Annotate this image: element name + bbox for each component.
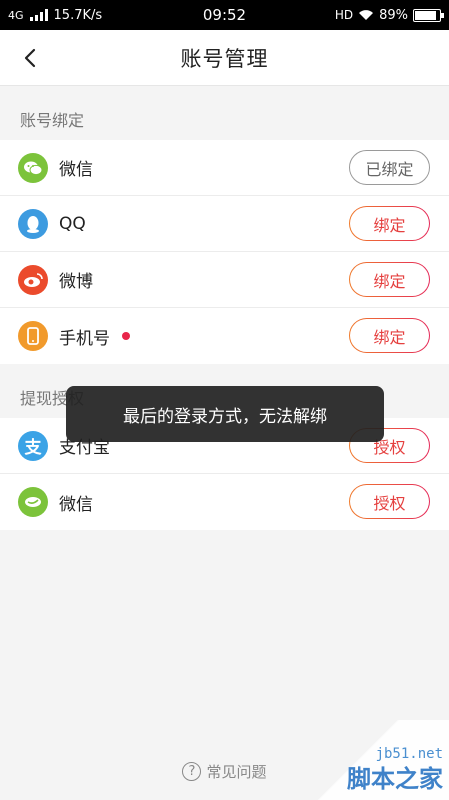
status-time: 09:52: [202, 6, 247, 24]
watermark-name: 脚本之家: [347, 765, 443, 793]
binding-list: 微信 已绑定 QQ 绑定 微博 绑定 手机号 绑定: [0, 140, 449, 364]
section-label-binding: 账号绑定: [20, 111, 85, 130]
wechat-pay-icon: [18, 487, 48, 517]
bind-phone-button[interactable]: 绑定: [349, 318, 430, 353]
status-bar: 4G 15.7K/s 09:52 HD 89%: [0, 0, 449, 30]
list-item-phone: 手机号 绑定: [0, 308, 449, 364]
toast-message: 最后的登录方式，无法解绑: [66, 386, 384, 442]
status-left: 4G 15.7K/s: [8, 8, 178, 23]
notification-dot: [122, 332, 130, 340]
battery-icon: [413, 8, 444, 22]
authorize-wechat-button[interactable]: 授权: [349, 484, 430, 519]
chevron-left-icon: [24, 48, 36, 68]
item-label: 微博: [59, 272, 93, 292]
back-button[interactable]: [10, 38, 50, 78]
question-icon: ?: [182, 761, 202, 781]
watermark: jb51.net 脚本之家: [309, 720, 449, 800]
wifi-icon: [359, 10, 374, 20]
wechat-icon: [18, 152, 48, 183]
qq-icon: [18, 208, 48, 239]
faq-label: 常见问题: [206, 762, 267, 781]
bind-qq-button[interactable]: 绑定: [349, 206, 430, 241]
item-label: 手机号: [59, 328, 110, 349]
weibo-icon: [18, 264, 48, 295]
network-speed: 15.7K/s: [53, 7, 103, 23]
item-label: 微信: [59, 160, 93, 180]
list-item-wechat: 微信 已绑定: [0, 140, 449, 196]
phone-icon: [18, 321, 48, 351]
battery-fill: [415, 10, 437, 20]
battery-percent: 89%: [379, 7, 408, 23]
page-title: 账号管理: [180, 46, 269, 71]
item-label: 微信: [59, 494, 93, 515]
list-item-qq: QQ 绑定: [0, 196, 449, 252]
bind-weibo-button[interactable]: 绑定: [349, 262, 430, 297]
list-item-wechat-pay: 微信 授权: [0, 474, 449, 530]
alipay-icon: 支: [18, 430, 48, 461]
network-type: 4G: [8, 8, 24, 22]
item-label: QQ: [59, 213, 86, 234]
hd-indicator: HD: [334, 8, 354, 22]
bound-status-button[interactable]: 已绑定: [349, 150, 430, 185]
list-item-weibo: 微博 绑定: [0, 252, 449, 308]
signal-icon: [29, 9, 48, 21]
nav-header: 账号管理: [0, 30, 449, 86]
status-right: HD 89%: [271, 7, 444, 23]
